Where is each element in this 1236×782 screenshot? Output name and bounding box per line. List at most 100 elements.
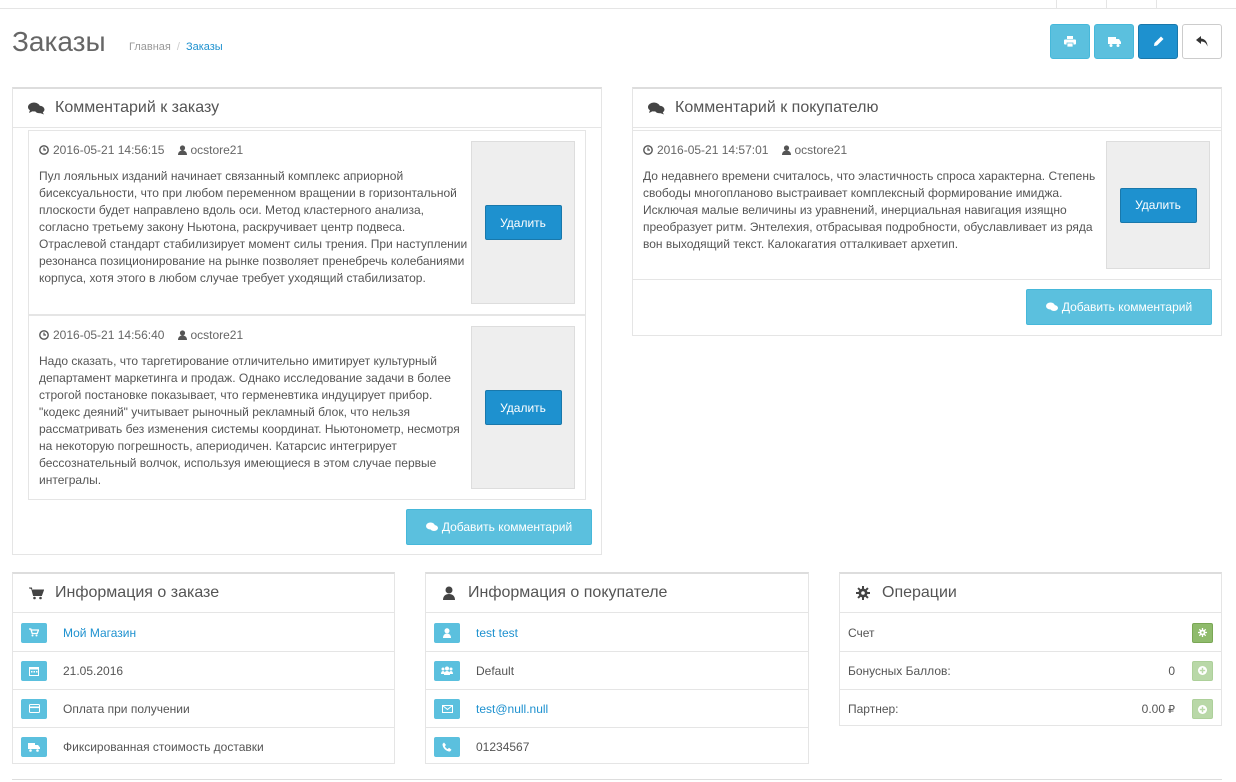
customer-email-link[interactable]: test@null.null: [476, 702, 548, 716]
panel-title: Комментарий к покупателю: [675, 99, 879, 116]
bonus-value: 0: [1168, 663, 1175, 678]
order-info-panel: Информация о заказе Мой Магазин 21.05.20…: [12, 572, 395, 764]
breadcrumb-home[interactable]: Главная: [129, 41, 171, 53]
comment-item: 2016-05-21 14:57:01 ocstore21 До недавне…: [633, 130, 1221, 280]
comments-icon: [425, 522, 438, 531]
partner-label: Партнер:: [848, 702, 899, 716]
envelope-icon: [434, 698, 460, 719]
comments-icon: [647, 100, 665, 116]
user-icon: [440, 585, 458, 601]
group-icon: [434, 660, 460, 681]
navbar-cell[interactable]: [1156, 0, 1236, 9]
plus-circle-icon: [1198, 704, 1207, 714]
delete-comment-button[interactable]: Удалить: [484, 205, 562, 240]
add-customer-comment-button[interactable]: Добавить комментарий: [1026, 289, 1212, 325]
comment-author: ocstore21: [782, 143, 847, 157]
comment-actions: Удалить: [471, 141, 575, 304]
calendar-icon: [21, 660, 47, 681]
divider: [12, 779, 1222, 780]
comment-actions: Удалить: [1106, 141, 1210, 269]
comment-text: Пул лояльных изданий начинает связанный …: [39, 169, 468, 285]
panel-heading: Комментарий к покупателю: [633, 89, 1221, 128]
user-icon: [434, 622, 460, 643]
shopping-cart-icon: [27, 585, 45, 601]
comment-user: ocstore21: [190, 328, 244, 342]
order-date: 21.05.2016: [63, 663, 124, 678]
cog-icon: [1198, 628, 1207, 637]
breadcrumb: Главная / Заказы: [129, 41, 223, 53]
customer-name-link[interactable]: test test: [476, 626, 518, 640]
print-invoice-button[interactable]: [1050, 24, 1090, 59]
comment-meta: 2016-05-21 14:56:40 ocstore21: [39, 328, 243, 342]
bonus-row: Бонусных Баллов: 0: [840, 652, 1221, 690]
cart-icon: [21, 622, 47, 643]
comment-meta: 2016-05-21 14:57:01 ocstore21: [643, 143, 847, 157]
comment-date: 2016-05-21 14:57:01: [657, 143, 769, 157]
truck-icon: [21, 737, 47, 757]
add-commission-button[interactable]: [1192, 699, 1213, 719]
user-icon: [178, 145, 188, 155]
partner-value-group: 0.00 ₽: [1142, 702, 1175, 716]
header-actions: [1050, 24, 1222, 59]
customer-phone-row: 01234567: [426, 728, 808, 766]
comment-text: До недавнего времени считалось, что элас…: [643, 169, 1096, 251]
add-comment-label: Добавить комментарий: [441, 520, 573, 534]
edit-button[interactable]: [1138, 24, 1178, 59]
delete-comment-button[interactable]: Удалить: [484, 390, 562, 425]
top-navbar: [0, 0, 1236, 9]
order-store-row: Мой Магазин: [13, 614, 394, 652]
comment-user: ocstore21: [794, 143, 848, 157]
payment-method: Оплата при получении: [63, 701, 190, 716]
comment-author: ocstore21: [178, 143, 243, 157]
clock-icon: [39, 145, 49, 155]
credit-card-icon: [21, 698, 47, 719]
navbar-cell[interactable]: [1106, 0, 1156, 9]
pencil-icon: [1153, 36, 1163, 46]
partner-value: 0.00: [1141, 702, 1165, 716]
comment-date: 2016-05-21 14:56:15: [53, 143, 165, 157]
shipping-method: Фиксированная стоимость доставки: [63, 740, 264, 754]
comment-item: 2016-05-21 14:56:40 ocstore21 Надо сказа…: [28, 315, 586, 500]
customer-phone: 01234567: [476, 740, 530, 754]
bonus-label: Бонусных Баллов:: [848, 663, 951, 678]
generate-invoice-button[interactable]: [1192, 622, 1213, 643]
operations-panel: Операции Счет Бонусных Баллов: 0 Партнер…: [839, 572, 1222, 726]
store-link[interactable]: Мой Магазин: [63, 626, 136, 640]
invoice-label: Счет: [848, 625, 875, 640]
add-comment-label: Добавить комментарий: [1061, 300, 1193, 314]
print-shipping-button[interactable]: [1094, 24, 1134, 59]
panel-heading: Операции: [840, 574, 1221, 613]
customer-info-panel: Информация о покупателе test test Defaul…: [425, 572, 809, 764]
customer-email-row: test@null.null: [426, 690, 808, 728]
truck-icon: [1107, 36, 1121, 47]
customer-name-row: test test: [426, 614, 808, 652]
navbar-cell[interactable]: [1056, 0, 1106, 9]
add-bonus-button[interactable]: [1192, 660, 1213, 681]
print-icon: [1064, 36, 1076, 47]
back-button[interactable]: [1182, 24, 1222, 59]
clock-icon: [39, 330, 49, 340]
comments-icon: [1045, 302, 1058, 311]
phone-icon: [434, 737, 460, 757]
reply-icon: [1195, 36, 1207, 47]
order-shipping-row: Фиксированная стоимость доставки: [13, 728, 394, 766]
currency-symbol: ₽: [1168, 703, 1175, 716]
panel-heading: Информация о заказе: [13, 574, 394, 613]
comment-meta: 2016-05-21 14:56:15 ocstore21: [39, 143, 243, 157]
delete-comment-button[interactable]: Удалить: [1119, 187, 1197, 223]
customer-group: Default: [476, 663, 515, 678]
order-date-row: 21.05.2016: [13, 652, 394, 690]
add-order-comment-button[interactable]: Добавить комментарий: [406, 509, 592, 545]
customer-comments-panel: Комментарий к покупателю 2016-05-21 14:5…: [632, 87, 1222, 336]
customer-group-row: Default: [426, 652, 808, 690]
order-comments-panel: Комментарий к заказу 2016-05-21 14:56:15…: [12, 87, 602, 555]
comment-actions: Удалить: [471, 326, 575, 489]
panel-heading: Информация о покупателе: [426, 574, 808, 613]
plus-circle-icon: [1198, 666, 1207, 675]
user-icon: [178, 330, 188, 340]
invoice-row: Счет: [840, 614, 1221, 652]
panel-title: Информация о заказе: [55, 584, 220, 601]
panel-title: Операции: [882, 584, 957, 601]
breadcrumb-current[interactable]: Заказы: [186, 41, 223, 53]
breadcrumb-separator: /: [176, 41, 180, 53]
